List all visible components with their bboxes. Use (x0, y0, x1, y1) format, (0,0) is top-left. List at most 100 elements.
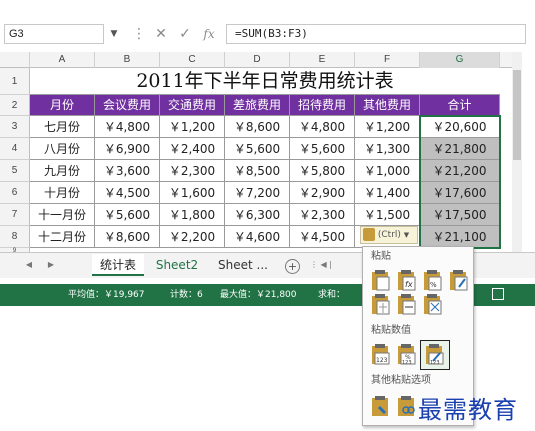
tab-scroll-icon[interactable]: ⋮ ◀ | (310, 258, 360, 272)
status-average: 平均值：￥19,967 (68, 290, 145, 300)
sheet-tab-sheet3[interactable]: Sheet ... (212, 254, 274, 276)
row-header-4[interactable]: 4 (0, 138, 30, 160)
row-header-1[interactable]: 1 (0, 68, 30, 95)
table-cell[interactable]: ￥2,300 (160, 160, 225, 182)
page-layout-icon[interactable] (492, 288, 504, 300)
table-cell[interactable]: 八月份 (30, 138, 95, 160)
paste-values-number-format-icon[interactable]: % 123 (394, 342, 416, 365)
table-cell[interactable]: ￥5,600 (95, 204, 160, 226)
row-header-6[interactable]: 6 (0, 182, 30, 204)
header-cell-travel[interactable]: 差旅费用 (225, 95, 290, 116)
menu-section-paste: 粘贴 (371, 251, 391, 262)
table-cell[interactable]: ￥4,500 (290, 226, 355, 248)
table-cell[interactable]: ￥3,600 (95, 160, 160, 182)
select-all-corner[interactable] (0, 52, 30, 68)
column-header-d[interactable]: D (225, 52, 290, 68)
table-cell[interactable]: ￥8,600 (95, 226, 160, 248)
table-cell[interactable]: ￥8,500 (225, 160, 290, 182)
table-cell[interactable]: ￥5,600 (225, 138, 290, 160)
table-cell[interactable]: 十一月份 (30, 204, 95, 226)
formula-input[interactable]: =SUM(B3:F3) (226, 24, 526, 44)
table-cell[interactable]: ￥1,400 (355, 182, 420, 204)
table-cell[interactable]: 七月份 (30, 116, 95, 138)
svg-text:fx: fx (405, 280, 413, 289)
clipboard-icon (363, 228, 375, 241)
table-cell[interactable]: ￥6,900 (95, 138, 160, 160)
status-count: 计数：6 (170, 290, 203, 300)
table-cell[interactable]: ￥1,800 (160, 204, 225, 226)
enter-icon[interactable]: ✓ (174, 24, 196, 44)
sheet-tab-tongjibiao[interactable]: 统计表 (92, 254, 144, 276)
header-cell-other[interactable]: 其他费用 (355, 95, 420, 116)
table-cell[interactable]: ￥4,500 (95, 182, 160, 204)
paste-values-source-format-icon[interactable]: 123 (420, 340, 450, 370)
status-max: 最大值：￥21,800 (220, 290, 297, 300)
sheet-title[interactable]: 2011年下半年日常费用统计表 (30, 68, 500, 95)
table-cell[interactable]: ￥4,800 (290, 116, 355, 138)
paste-keep-column-widths-icon[interactable] (394, 292, 416, 315)
table-cell[interactable]: ￥7,200 (225, 182, 290, 204)
header-cell-total[interactable]: 合计 (420, 95, 500, 116)
paste-transpose-icon[interactable] (420, 292, 442, 315)
row-header-7[interactable]: 7 (0, 204, 30, 226)
table-cell[interactable]: ￥2,400 (160, 138, 225, 160)
table-cell[interactable]: 十二月份 (30, 226, 95, 248)
table-cell[interactable]: ￥6,300 (225, 204, 290, 226)
row-header-5[interactable]: 5 (0, 160, 30, 182)
paste-values-icon[interactable]: 123 (368, 342, 390, 365)
row-header-2[interactable]: 2 (0, 95, 30, 116)
paste-formulas-icon[interactable]: fx (394, 268, 416, 291)
table-cell[interactable]: ￥2,900 (290, 182, 355, 204)
sheet-tab-sheet2[interactable]: Sheet2 (148, 254, 206, 276)
paste-keep-source-format-icon[interactable] (446, 268, 468, 291)
paste-no-borders-icon[interactable] (368, 292, 390, 315)
column-header-c[interactable]: C (160, 52, 225, 68)
table-cell[interactable]: ￥8,600 (225, 116, 290, 138)
column-header-b[interactable]: B (95, 52, 160, 68)
column-header-e[interactable]: E (290, 52, 355, 68)
cancel-icon[interactable]: ✕ (150, 24, 172, 44)
table-cell[interactable]: ￥1,200 (160, 116, 225, 138)
paste-options-button[interactable]: (Ctrl) ▼ (360, 226, 418, 244)
table-cell[interactable]: ￥5,600 (290, 138, 355, 160)
tab-next-icon[interactable]: ▶ (44, 258, 58, 272)
menu-section-paste-values: 粘贴数值 (371, 325, 411, 336)
insert-function-icon[interactable]: fx (198, 24, 220, 44)
table-cell[interactable]: ￥1,300 (355, 138, 420, 160)
more-dots-icon: ⋮ (132, 26, 146, 42)
header-cell-month[interactable]: 月份 (30, 95, 95, 116)
svg-text:123: 123 (402, 360, 412, 365)
table-cell[interactable]: ￥5,800 (290, 160, 355, 182)
column-header-a[interactable]: A (30, 52, 95, 68)
vertical-scroll-thumb[interactable] (513, 70, 521, 160)
paste-formatting-icon[interactable] (368, 394, 390, 416)
row-header-3[interactable]: 3 (0, 116, 30, 138)
table-cell[interactable]: ￥1,000 (355, 160, 420, 182)
status-sum: 求和： (318, 290, 346, 300)
header-cell-entertainment[interactable]: 招待费用 (290, 95, 355, 116)
selection-outline (419, 115, 501, 249)
table-cell[interactable]: ￥2,300 (290, 204, 355, 226)
add-sheet-button[interactable]: + (285, 259, 300, 274)
table-cell[interactable]: ￥1,200 (355, 116, 420, 138)
paste-icon[interactable] (368, 268, 390, 291)
ctrl-label: (Ctrl) (377, 230, 401, 240)
table-cell[interactable]: ￥4,800 (95, 116, 160, 138)
table-cell[interactable]: ￥1,500 (355, 204, 420, 226)
header-cell-transport[interactable]: 交通费用 (160, 95, 225, 116)
table-cell[interactable]: ￥1,600 (160, 182, 225, 204)
header-cell-meeting[interactable]: 会议费用 (95, 95, 160, 116)
column-header-g[interactable]: G (420, 52, 500, 68)
table-cell[interactable]: 九月份 (30, 160, 95, 182)
table-cell[interactable]: ￥4,600 (225, 226, 290, 248)
name-box[interactable]: G3 (4, 24, 104, 44)
paste-formulas-number-format-icon[interactable]: % (420, 268, 442, 291)
table-cell[interactable]: ￥2,200 (160, 226, 225, 248)
tab-prev-icon[interactable]: ◀ (22, 258, 36, 272)
paste-link-icon[interactable] (394, 394, 416, 416)
column-header-f[interactable]: F (355, 52, 420, 68)
table-cell[interactable]: 十月份 (30, 182, 95, 204)
svg-text:123: 123 (430, 360, 440, 366)
chevron-down-icon[interactable]: ▼ (108, 24, 120, 44)
row-header-8[interactable]: 8 (0, 226, 30, 248)
